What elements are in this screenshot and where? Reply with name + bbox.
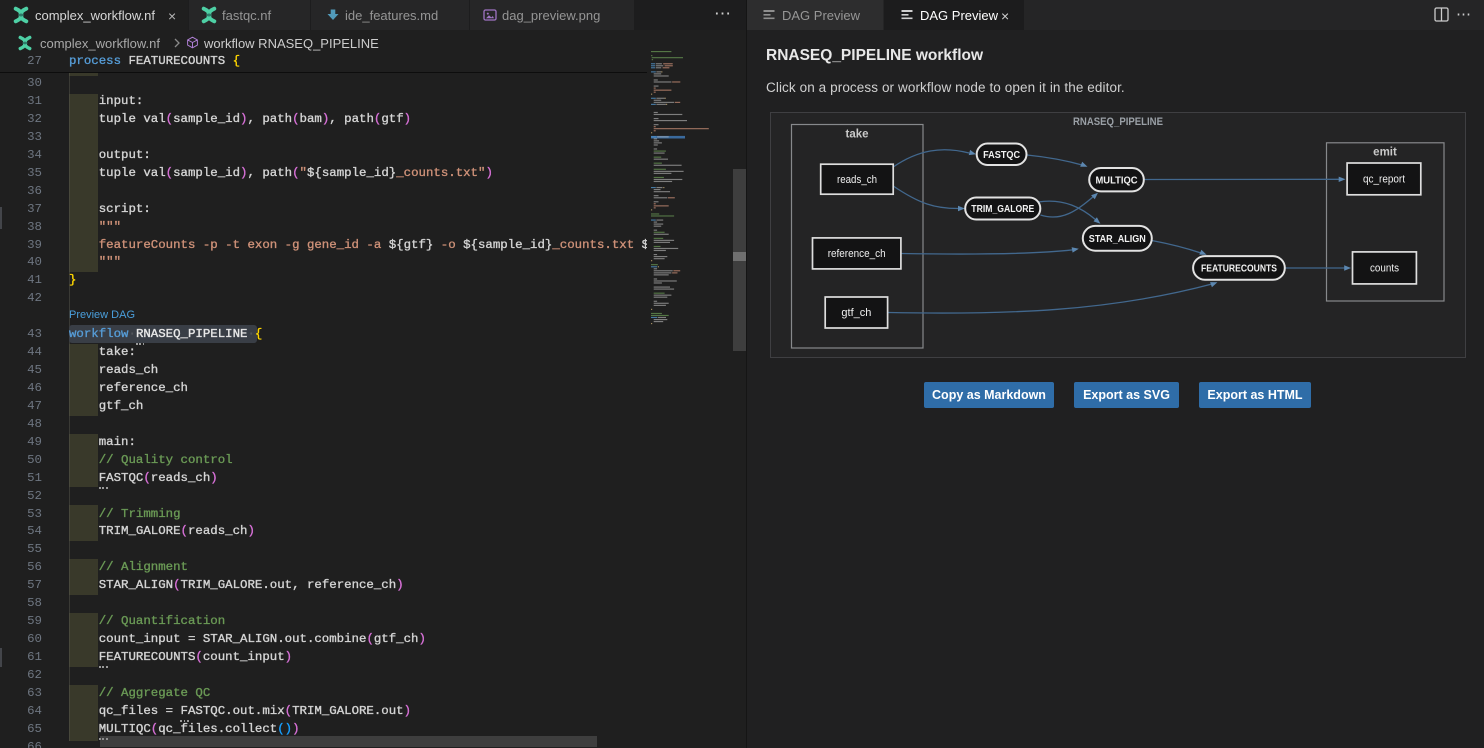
svg-text:RNASEQ_PIPELINE: RNASEQ_PIPELINE [1073, 116, 1163, 128]
svg-text:emit: emit [1373, 147, 1397, 159]
svg-text:take: take [845, 129, 868, 141]
svg-text:MULTIQC: MULTIQC [1096, 174, 1138, 186]
svg-text:TRIM_GALORE: TRIM_GALORE [971, 203, 1034, 215]
svg-text:reads_ch: reads_ch [837, 174, 877, 186]
svg-text:qc_report: qc_report [1363, 174, 1405, 186]
svg-text:STAR_ALIGN: STAR_ALIGN [1089, 233, 1146, 245]
svg-text:FASTQC: FASTQC [983, 149, 1020, 161]
svg-text:gtf_ch: gtf_ch [841, 307, 871, 319]
svg-text:counts: counts [1370, 263, 1400, 275]
svg-text:FEATURECOUNTS: FEATURECOUNTS [1201, 263, 1277, 275]
svg-text:reference_ch: reference_ch [828, 248, 886, 260]
